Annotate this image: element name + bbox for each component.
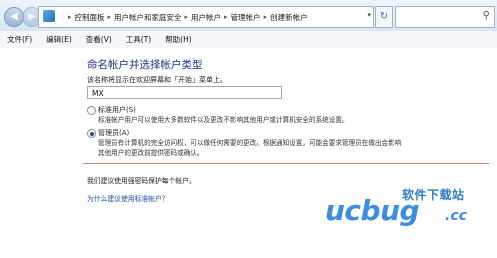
- menu-view[interactable]: 查看(V): [79, 34, 119, 45]
- chevron-down-icon[interactable]: ▾: [367, 11, 371, 19]
- standard-user-radio[interactable]: [87, 106, 96, 115]
- search-input[interactable]: ⚲: [395, 6, 495, 28]
- why-standard-account-link[interactable]: 为什么建议使用标准帐户？: [87, 193, 169, 203]
- menu-file[interactable]: 文件(F): [0, 34, 39, 45]
- administrator-label[interactable]: 管理员(A): [98, 128, 129, 138]
- menu-help[interactable]: 帮助(H): [158, 34, 199, 45]
- menu-tools[interactable]: 工具(T): [119, 34, 158, 45]
- menu-edit[interactable]: 编辑(E): [39, 34, 79, 45]
- control-panel-icon: [43, 10, 55, 22]
- back-button[interactable]: ◀: [4, 7, 24, 27]
- password-recommendation: 我们建议使用强密码保护每个帐户。: [87, 177, 196, 185]
- name-prompt: 该名称将显示在欢迎屏幕和「开始」菜单上。: [87, 76, 227, 84]
- refresh-icon[interactable]: ↻: [375, 6, 393, 28]
- address-toolbar: ◀ ▶ ▸ 控制面板 ▸ 用户帐户和家庭安全 ▸ 用户帐户 ▸ 管理帐户 ▸ 创…: [0, 0, 497, 32]
- watermark-domain-suffix: .cc: [445, 208, 467, 224]
- divider: [83, 163, 489, 164]
- administrator-radio[interactable]: [87, 129, 96, 138]
- administrator-description-line: 其他用户的更改前提供密码或确认。: [98, 149, 204, 157]
- standard-user-label[interactable]: 标准用户(S): [98, 105, 136, 115]
- breadcrumb: ▸ 控制面板 ▸ 用户帐户和家庭安全 ▸ 用户帐户 ▸ 管理帐户 ▸ 创建新帐户: [68, 12, 308, 23]
- breadcrumb-item[interactable]: 用户帐户: [191, 12, 221, 23]
- breadcrumb-item[interactable]: 控制面板: [75, 12, 105, 23]
- account-name-field[interactable]: MX: [87, 86, 282, 99]
- address-bar[interactable]: ▸ 控制面板 ▸ 用户帐户和家庭安全 ▸ 用户帐户 ▸ 管理帐户 ▸ 创建新帐户…: [38, 6, 374, 28]
- standard-user-description: 标准帐户用户可以使用大多数软件以及更改不影响其他用户或计算机安全的系统设置。: [98, 116, 349, 124]
- search-icon[interactable]: ⚲: [483, 10, 490, 21]
- administrator-description-line: 管理员有计算机的完全访问权，可以做任何需要的更改。根据通知设置，可能会要求管理员…: [98, 139, 402, 147]
- menu-bar: 文件(F) 编辑(E) 查看(V) 工具(T) 帮助(H): [0, 31, 497, 49]
- watermark-logo-text: ucbug: [325, 194, 420, 227]
- main-content: 命名帐户并选择帐户类型 该名称将显示在欢迎屏幕和「开始」菜单上。 MX 标准用户…: [0, 48, 497, 258]
- breadcrumb-item[interactable]: 用户帐户和家庭安全: [114, 12, 182, 23]
- breadcrumb-item[interactable]: 管理帐户: [231, 12, 261, 23]
- breadcrumb-item[interactable]: 创建新帐户: [270, 12, 308, 23]
- page-title: 命名帐户并选择帐户类型: [87, 59, 203, 71]
